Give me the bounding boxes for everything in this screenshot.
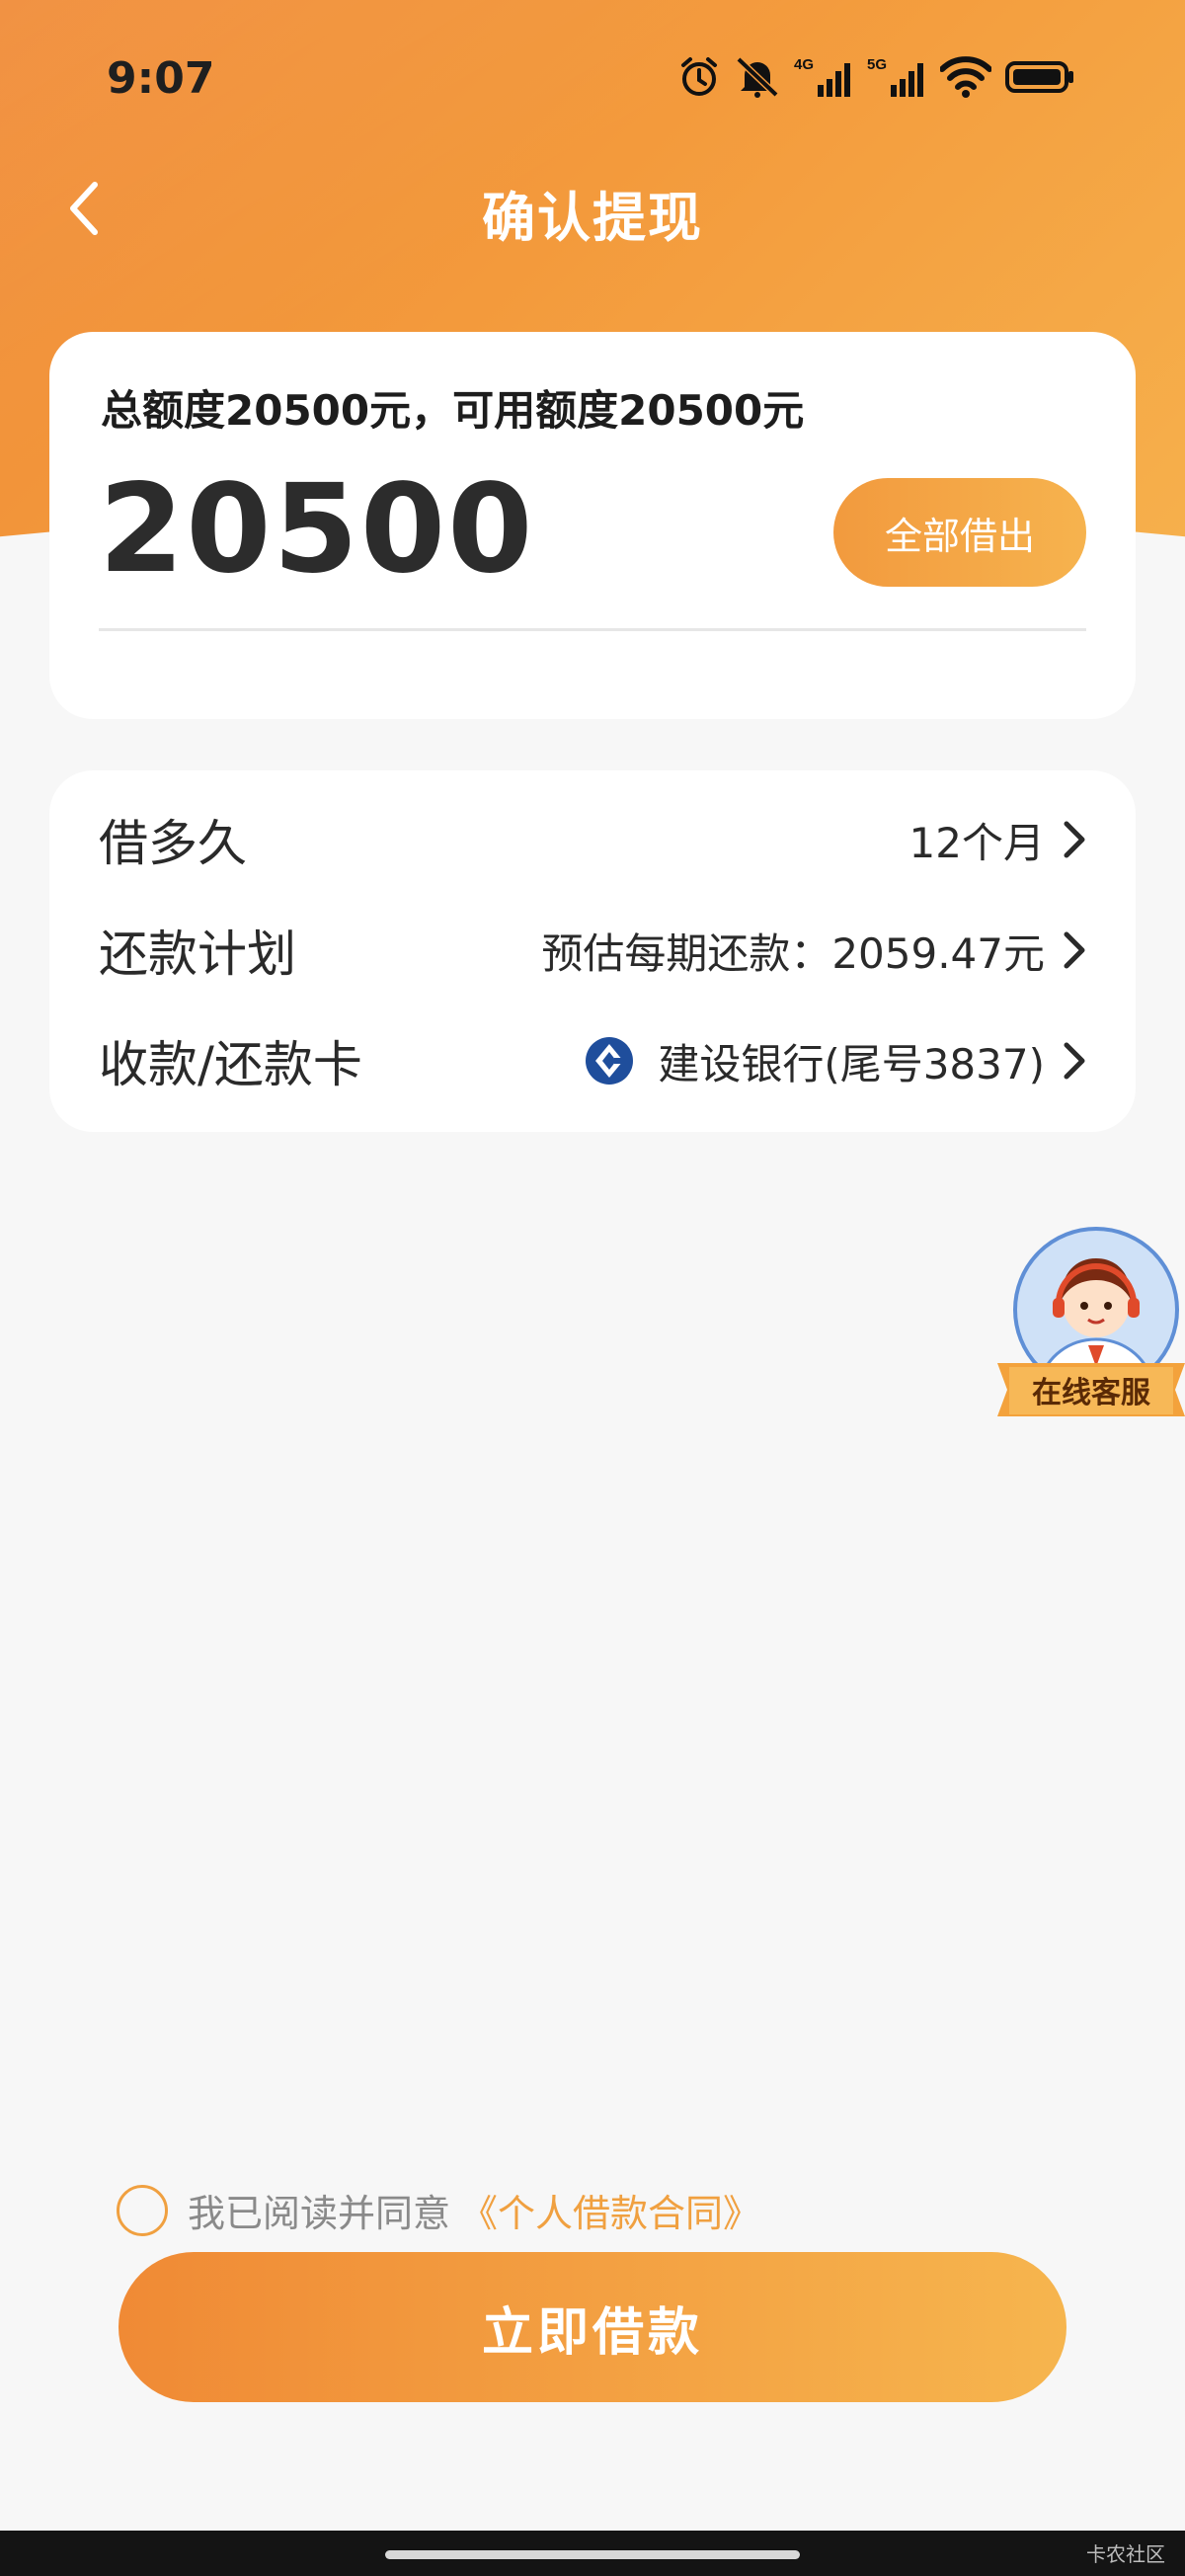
net1-label: 4G	[794, 56, 814, 73]
chevron-right-icon	[1063, 820, 1086, 859]
battery-icon	[1005, 55, 1074, 99]
status-time: 9:07	[107, 53, 215, 104]
mute-icon	[735, 55, 780, 99]
repayment-plan-row[interactable]: 还款计划 预估每期还款：2059.47元	[99, 911, 1086, 990]
loan-term-label: 借多久	[99, 815, 247, 872]
online-service-button[interactable]: 在线客服	[997, 1225, 1185, 1428]
amount-card: 总额度20500元，可用额度20500元 20500 全部借出	[49, 332, 1136, 719]
loan-term-value: 12个月	[908, 818, 1045, 867]
agreement-row: 我已阅读并同意 《个人借款合同》	[117, 2183, 760, 2237]
repayment-plan-value: 预估每期还款：2059.47元	[541, 928, 1045, 978]
wifi-icon	[940, 55, 991, 99]
agreement-text: 我已阅读并同意	[188, 2192, 451, 2235]
contract-link[interactable]: 《个人借款合同》	[460, 2183, 760, 2237]
watermark-text: 卡农社区	[1086, 2542, 1165, 2566]
bank-card-value: 建设银行(尾号3837)	[658, 1039, 1045, 1088]
signal-5g-icon: 5G	[867, 55, 926, 99]
status-icons: 4G 5G	[677, 55, 1074, 99]
net2-label: 5G	[867, 56, 887, 73]
chevron-right-icon	[1063, 1041, 1086, 1081]
withdraw-amount-input[interactable]: 20500	[99, 458, 534, 601]
home-indicator[interactable]	[385, 2550, 800, 2559]
borrow-now-button[interactable]: 立即借款	[118, 2252, 1066, 2402]
page-title: 确认提现	[482, 187, 703, 249]
loan-details-card: 借多久 12个月 还款计划 预估每期还款：2059.47元 收款/还款卡 建设银…	[49, 770, 1136, 1132]
bank-card-label: 收款/还款卡	[99, 1036, 362, 1093]
online-service-label: 在线客服	[1032, 1376, 1150, 1410]
repayment-plan-label: 还款计划	[99, 926, 296, 983]
loan-term-row[interactable]: 借多久 12个月	[99, 800, 1086, 879]
chevron-right-icon	[1063, 930, 1086, 970]
bank-card-row[interactable]: 收款/还款卡 建设银行(尾号3837)	[99, 1021, 1086, 1100]
amount-divider	[99, 628, 1086, 631]
alarm-icon	[677, 55, 721, 99]
agreement-checkbox[interactable]	[117, 2184, 168, 2236]
borrow-all-button[interactable]: 全部借出	[833, 478, 1086, 587]
ccb-bank-logo-icon	[585, 1036, 634, 1086]
credit-limit-text: 总额度20500元，可用额度20500元	[101, 386, 805, 435]
signal-4g-icon: 4G	[794, 55, 853, 99]
status-bar: 9:07 4G 5G	[0, 0, 1185, 158]
system-nav-bar: 卡农社区	[0, 2531, 1185, 2576]
